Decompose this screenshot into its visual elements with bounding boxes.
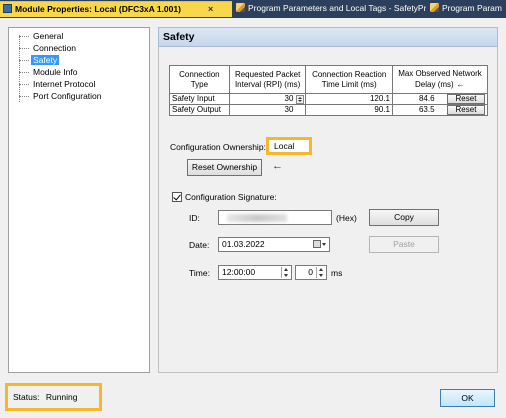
hex-label: (Hex) xyxy=(336,213,357,223)
status-label: Status: xyxy=(13,392,40,402)
table-row: Safety Output 30 90.1 63.5 Reset xyxy=(169,104,489,116)
signature-label: Configuration Signature: xyxy=(185,192,277,202)
spinner-icon[interactable] xyxy=(316,267,325,278)
reset-delay-button[interactable]: Reset xyxy=(446,94,485,104)
ownership-label: Configuration Ownership: xyxy=(170,142,266,152)
ok-button[interactable]: OK xyxy=(440,389,495,407)
connection-type-cell: Safety Output xyxy=(169,104,230,116)
reaction-time-cell: 120.1 xyxy=(305,93,393,105)
close-icon[interactable]: × xyxy=(208,2,220,17)
pencil-icon xyxy=(236,3,245,12)
table-header-row: Connection Type Requested Packet Interva… xyxy=(169,65,489,94)
reset-ownership-button[interactable]: Reset Ownership xyxy=(187,159,262,176)
tree-item-general[interactable]: General xyxy=(19,30,65,42)
status-value: Running xyxy=(45,392,78,402)
reset-delay-button[interactable]: Reset xyxy=(446,105,485,115)
table-row: Safety Input 30 120.1 84.6 Reset xyxy=(169,93,489,105)
spinner-icon[interactable] xyxy=(281,267,290,278)
column-header: Connection Reaction Time Limit (ms) xyxy=(305,65,393,94)
date-label: Date: xyxy=(189,240,210,250)
id-label: ID: xyxy=(189,213,200,223)
tab-module-properties[interactable]: Module Properties: Local (DFC3xA 1.001) … xyxy=(0,1,232,17)
signature-checkbox[interactable] xyxy=(172,192,182,202)
arrow-left-icon: ← xyxy=(455,79,465,89)
tab-label: Program Param xyxy=(442,3,502,13)
delay-cell: 63.5 Reset xyxy=(391,104,489,116)
tab-program-parameters[interactable]: Program Parameters and Local Tags - Safe… xyxy=(236,1,426,17)
page-title: Safety xyxy=(158,27,498,47)
ownership-value: Local xyxy=(266,137,312,155)
column-header: Connection Type xyxy=(169,65,230,94)
category-tree[interactable]: General Connection Safety Module Info In… xyxy=(8,27,150,373)
tab-label: Program Parameters and Local Tags - Safe… xyxy=(248,3,426,13)
connection-type-cell: Safety Input xyxy=(169,93,230,105)
paste-button[interactable]: Paste xyxy=(369,236,439,253)
time-input[interactable]: 12:00:00 xyxy=(218,265,292,280)
delay-cell: 84.6 Reset xyxy=(391,93,489,105)
connection-table: Connection Type Requested Packet Interva… xyxy=(169,65,489,116)
calendar-icon[interactable] xyxy=(313,239,327,250)
status-indicator: Status: Running xyxy=(5,383,102,411)
module-icon xyxy=(3,4,12,13)
tree-item-safety[interactable]: Safety xyxy=(19,54,60,66)
column-header: Max Observed Network Delay (ms) ← xyxy=(391,65,489,94)
time-label: Time: xyxy=(189,268,210,278)
ms-unit-label: ms xyxy=(331,268,343,278)
signature-id-field[interactable] xyxy=(218,210,332,225)
spinner-icon[interactable] xyxy=(296,95,305,104)
ms-input[interactable]: 0 xyxy=(295,265,327,280)
pencil-icon xyxy=(430,3,439,12)
tab-program-param-2[interactable]: Program Param xyxy=(430,1,506,17)
tree-item-module-info[interactable]: Module Info xyxy=(19,66,79,78)
tree-item-connection[interactable]: Connection xyxy=(19,42,78,54)
tab-label: Module Properties: Local (DFC3xA 1.001) xyxy=(15,4,181,14)
tab-strip: Module Properties: Local (DFC3xA 1.001) … xyxy=(0,0,506,18)
reaction-time-cell: 90.1 xyxy=(305,104,393,116)
arrow-left-icon: ← xyxy=(272,160,283,172)
rpi-cell: 30 xyxy=(228,104,307,116)
copy-button[interactable]: Copy xyxy=(369,209,439,226)
tree-item-internet-protocol[interactable]: Internet Protocol xyxy=(19,78,97,90)
date-picker[interactable]: 01.03.2022 xyxy=(218,237,330,252)
tree-item-port-configuration[interactable]: Port Configuration xyxy=(19,90,104,102)
rpi-input[interactable]: 30 xyxy=(228,93,307,105)
column-header: Requested Packet Interval (RPI) (ms) xyxy=(228,65,307,94)
